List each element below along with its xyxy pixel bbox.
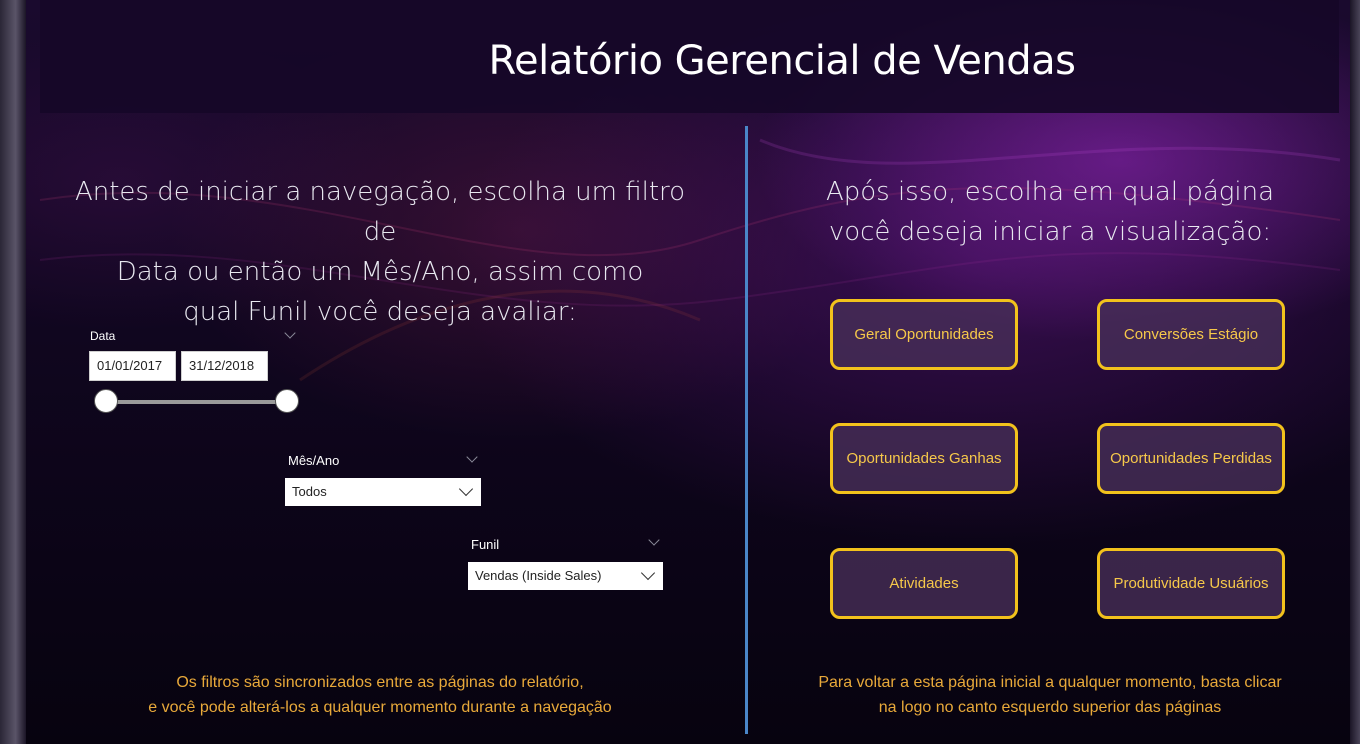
date-start-input[interactable]: 01/01/2017 (89, 351, 176, 381)
nav-button-produtividade-usuarios[interactable]: Produtividade Usuários (1097, 548, 1285, 619)
nav-button-conversoes-estagio[interactable]: Conversões Estágio (1097, 299, 1285, 370)
filter-instructions: Antes de iniciar a navegação, escolha um… (60, 172, 700, 332)
filters-sync-note-line: e você pode alterá-los a qualquer moment… (148, 699, 612, 716)
nav-button-geral-oportunidades[interactable]: Geral Oportunidades (830, 299, 1018, 370)
home-navigation-note: Para voltar a esta página inicial a qual… (770, 670, 1330, 720)
date-range-start-handle[interactable] (94, 389, 118, 413)
page-selection-instructions-line: você deseja iniciar a visualização: (828, 217, 1272, 247)
header-bar: Relatório Gerencial de Vendas (40, 0, 1339, 113)
funnel-dropdown-value: Vendas (Inside Sales) (475, 568, 602, 583)
page-selection-instructions: Após isso, escolha em qual página você d… (770, 172, 1330, 252)
page-selection-instructions-line: Após isso, escolha em qual página (825, 177, 1275, 207)
report-canvas: Relatório Gerencial de Vendas Antes de i… (0, 0, 1360, 744)
nav-button-oportunidades-ganhas[interactable]: Oportunidades Ganhas (830, 423, 1018, 494)
date-end-input[interactable]: 31/12/2018 (181, 351, 268, 381)
nav-button-oportunidades-perdidas[interactable]: Oportunidades Perdidas (1097, 423, 1285, 494)
filters-sync-note: Os filtros são sincronizados entre as pá… (60, 670, 700, 720)
chevron-down-icon (458, 481, 474, 497)
nav-button-atividades[interactable]: Atividades (830, 548, 1018, 619)
date-range-end-handle[interactable] (275, 389, 299, 413)
filters-sync-note-line: Os filtros são sincronizados entre as pá… (176, 674, 584, 691)
filter-instructions-line: Antes de iniciar a navegação, escolha um… (74, 177, 686, 247)
filter-instructions-line: Data ou então um Mês/Ano, assim como (116, 257, 644, 287)
home-navigation-note-line: Para voltar a esta página inicial a qual… (818, 674, 1282, 691)
filter-instructions-line: qual Funil você deseja avaliar: (183, 297, 577, 327)
date-range-slider-track[interactable] (106, 400, 286, 404)
section-divider (745, 126, 748, 734)
page-title: Relatório Gerencial de Vendas (488, 37, 1076, 84)
month-year-dropdown[interactable]: Todos (285, 478, 481, 506)
funnel-slicer-title: Funil (471, 537, 500, 552)
month-year-dropdown-value: Todos (292, 484, 327, 499)
date-slicer-title: Data (90, 329, 116, 343)
chevron-down-icon (640, 565, 656, 581)
month-slicer-title: Mês/Ano (288, 453, 340, 468)
home-navigation-note-line: na logo no canto esquerdo superior das p… (878, 699, 1222, 716)
funnel-dropdown[interactable]: Vendas (Inside Sales) (468, 562, 663, 590)
